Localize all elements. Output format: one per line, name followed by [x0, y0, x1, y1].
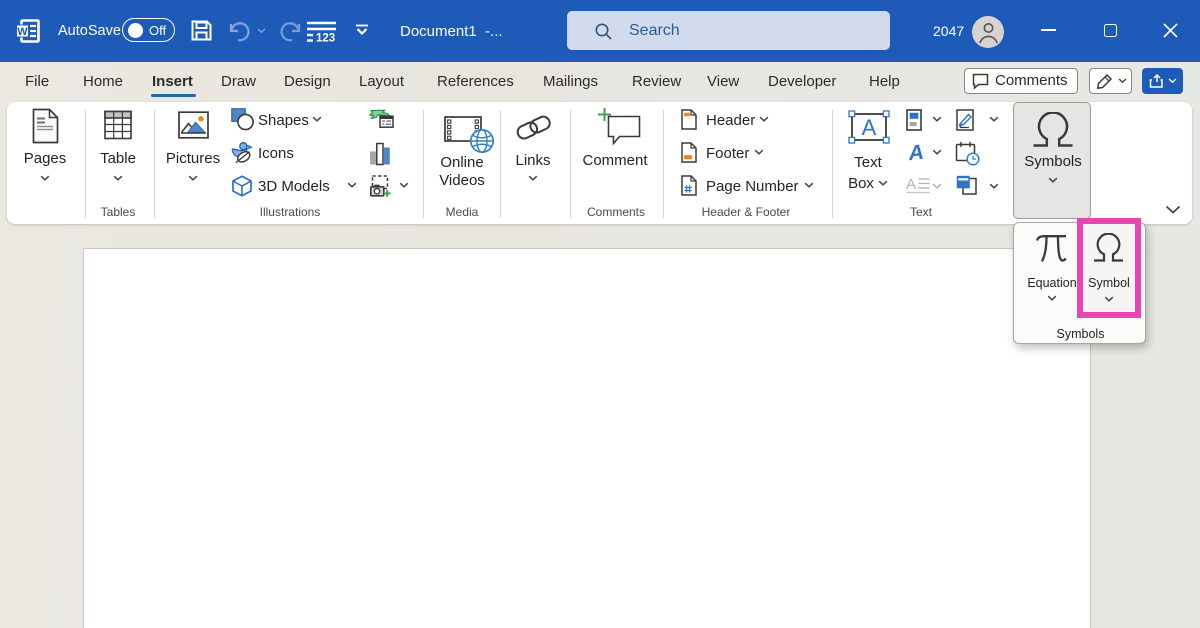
svg-text:123: 123 — [316, 33, 335, 43]
svg-text:W: W — [17, 26, 28, 38]
svg-text:A: A — [906, 176, 916, 193]
svg-text:A: A — [906, 142, 924, 162]
svg-text:A: A — [862, 115, 877, 140]
